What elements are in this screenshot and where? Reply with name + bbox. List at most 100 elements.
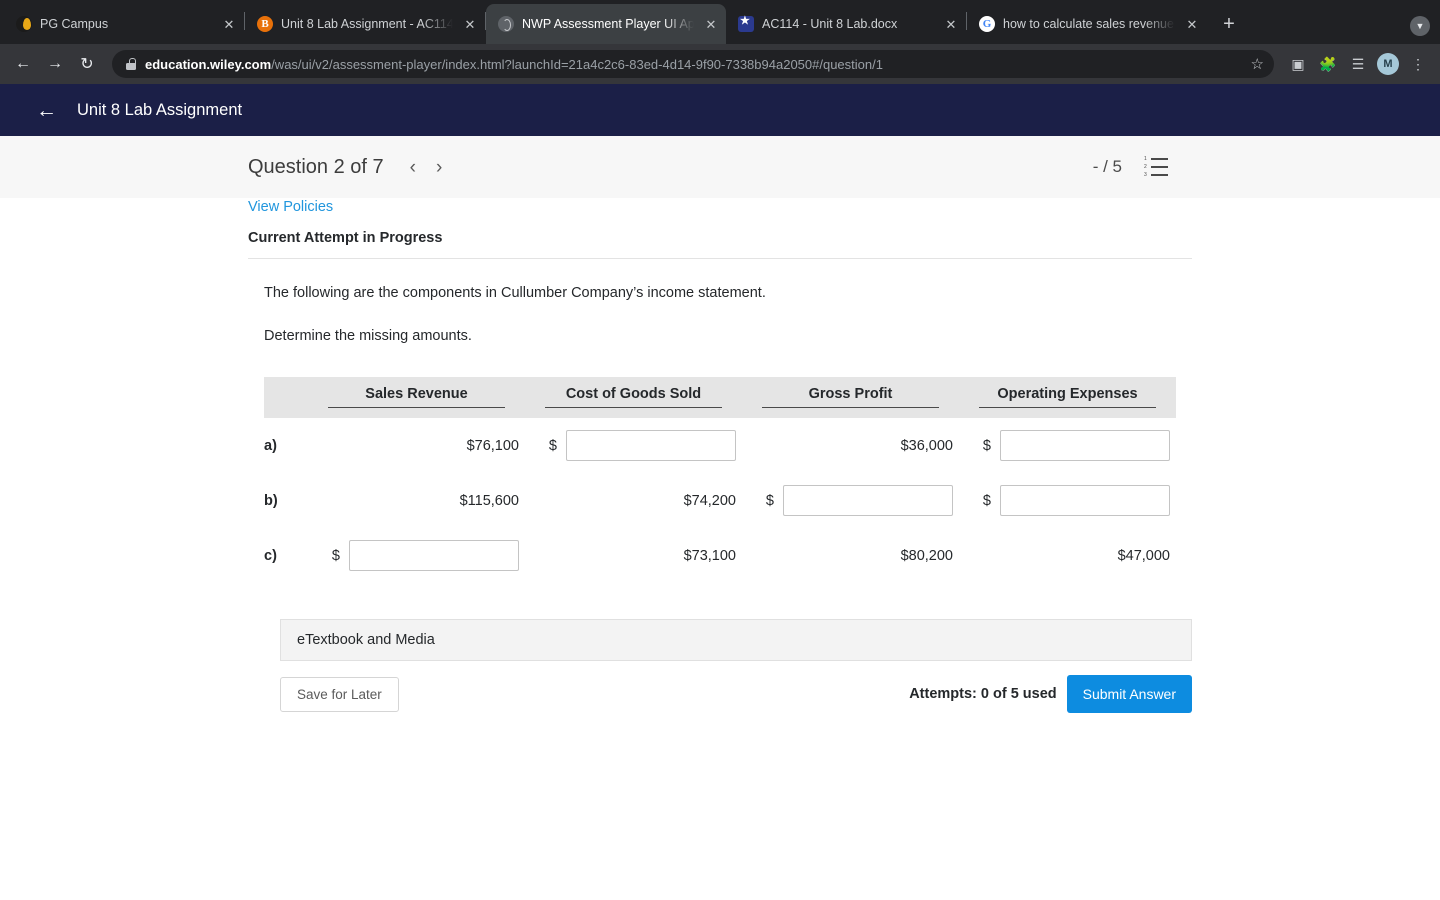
app-back-icon[interactable]: ← [36,100,57,121]
row-label: b) [264,492,278,509]
list-row: 1 [1144,156,1168,162]
cell-b-gross-profit: $ [742,473,959,528]
question-footer: Save for Later Attempts: 0 of 5 used Sub… [280,675,1192,714]
cell-value: $47,000 [1117,547,1170,564]
tab-search-icon[interactable]: ▼ [1410,16,1430,36]
close-icon[interactable]: ✕ [461,15,479,33]
browser-toolbar: ← → ↻ education.wiley.com/was/ui/v2/asse… [0,44,1440,84]
browser-menu-icon[interactable]: ⋮ [1404,50,1432,78]
input-a-cost-of-goods-sold[interactable] [566,430,736,462]
tab-title: AC114 - Unit 8 Lab.docx [762,17,898,31]
url-text: education.wiley.com/was/ui/v2/assessment… [145,57,1242,72]
tab-title: how to calculate sales revenue [1003,17,1174,31]
dollar-sign: $ [765,492,774,509]
cell-content: $ [965,485,1170,517]
word-doc-icon [738,14,754,32]
close-icon[interactable]: ✕ [942,15,960,33]
etextbook-and-media-bar[interactable]: eTextbook and Media [280,619,1192,662]
table-row: a) $76,100 $ $36,000 $ [264,418,1176,473]
media-control-icon[interactable]: ▣ [1284,50,1312,78]
column-header-label: Sales Revenue [328,386,505,409]
table-row: b) $115,600 $74,200 $ $ [264,473,1176,528]
income-statement-table: Sales Revenue Cost of Goods Sold Gross P… [264,377,1176,583]
tab-title: Unit 8 Lab Assignment - AC114 [281,17,453,31]
question-bar-right: - / 5 1 2 3 [1093,156,1440,178]
cell-content: $ [531,430,736,462]
close-icon[interactable]: ✕ [1183,15,1201,33]
list-bar [1151,174,1168,176]
avatar[interactable]: M [1374,50,1402,78]
url-host: education.wiley.com [145,56,272,72]
reading-list-icon[interactable]: ☰ [1344,50,1372,78]
page-body: View Policies Current Attempt in Progres… [0,198,1440,896]
cell-content: $ [748,485,953,517]
row-label: c) [264,547,277,564]
table-header: Sales Revenue Cost of Goods Sold Gross P… [264,377,1176,419]
star-icon[interactable]: ☆ [1251,55,1264,73]
app-header: ← Unit 8 Lab Assignment [0,84,1440,136]
cell-content: $ [314,540,519,572]
next-question-icon[interactable]: › [436,158,442,177]
input-c-sales-revenue[interactable] [349,540,519,572]
browser-tab-google-search[interactable]: G how to calculate sales revenue ✕ [967,4,1207,44]
browser-tab-ac114-docx[interactable]: AC114 - Unit 8 Lab.docx ✕ [726,4,966,44]
column-header-label: Gross Profit [762,386,939,409]
cell-value: $80,200 [900,547,953,564]
view-policies-link[interactable]: View Policies [248,189,333,215]
previous-question-icon[interactable]: ‹ [410,158,416,177]
new-tab-button[interactable]: + [1215,10,1243,38]
dollar-sign: $ [331,547,340,564]
cell-a-cost-of-goods-sold: $ [525,418,742,473]
column-header-cost-of-goods-sold: Cost of Goods Sold [525,377,742,418]
input-b-gross-profit[interactable] [783,485,953,517]
cell-content: $73,100 [531,548,736,564]
extensions-icon[interactable]: 🧩 [1314,50,1342,78]
cell-value: $74,200 [683,492,736,509]
cell-content: $76,100 [314,438,519,454]
close-icon[interactable]: ✕ [220,15,238,33]
attempts-counter: Attempts: 0 of 5 used [909,686,1057,703]
url-path: /was/ui/v2/assessment-player/index.html?… [271,56,883,72]
cell-content: $ [965,430,1170,462]
close-icon[interactable]: ✕ [702,15,720,33]
cell-c-operating-expenses: $47,000 [959,528,1176,583]
cell-content: $80,200 [748,548,953,564]
blackboard-icon: B [257,16,273,32]
cell-value: $36,000 [900,437,953,454]
cell-content: $115,600 [314,493,519,509]
input-a-operating-expenses[interactable] [1000,430,1170,462]
browser-tab-pg-campus[interactable]: PG Campus ✕ [4,4,244,44]
submit-answer-button[interactable]: Submit Answer [1066,675,1192,714]
cell-content: $36,000 [748,438,953,454]
column-header-operating-expenses: Operating Expenses [959,377,1176,418]
cell-c-sales-revenue: $ [308,528,525,583]
cell-value: $115,600 [459,492,519,509]
question-card: View Policies Current Attempt in Progres… [248,198,1192,714]
table-body: a) $76,100 $ $36,000 $ b) $115,600 $74,2… [264,418,1176,583]
browser-chrome: PG Campus ✕ B Unit 8 Lab Assignment - AC… [0,0,1440,84]
cell-value: $76,100 [466,437,519,454]
browser-tab-unit8-lab[interactable]: B Unit 8 Lab Assignment - AC114 ✕ [245,4,485,44]
forward-icon[interactable]: → [40,49,70,79]
row-label: a) [264,437,277,454]
question-bar: Question 2 of 7 ‹ › - / 5 1 2 3 [0,136,1440,198]
question-navigation: ‹ › [410,158,443,177]
tab-title: PG Campus [40,17,109,31]
lock-icon [126,58,136,70]
column-header-rowlabel [264,377,308,418]
reload-icon[interactable]: ↻ [72,49,102,79]
cell-a-operating-expenses: $ [959,418,1176,473]
question-list-icon[interactable]: 1 2 3 [1144,156,1168,178]
list-row: 2 [1144,164,1168,170]
column-header-label: Cost of Goods Sold [545,386,722,409]
cell-b-sales-revenue: $115,600 [308,473,525,528]
dollar-sign: $ [982,437,991,454]
browser-tab-nwp-assessment-player[interactable]: NWP Assessment Player UI App ✕ [486,4,726,44]
save-for-later-button[interactable]: Save for Later [280,676,399,712]
list-bar [1151,166,1168,168]
question-body: The following are the components in Cull… [248,259,1192,714]
address-bar[interactable]: education.wiley.com/was/ui/v2/assessment… [112,50,1274,78]
list-number: 3 [1144,171,1147,178]
input-b-operating-expenses[interactable] [1000,485,1170,517]
back-icon[interactable]: ← [8,49,38,79]
